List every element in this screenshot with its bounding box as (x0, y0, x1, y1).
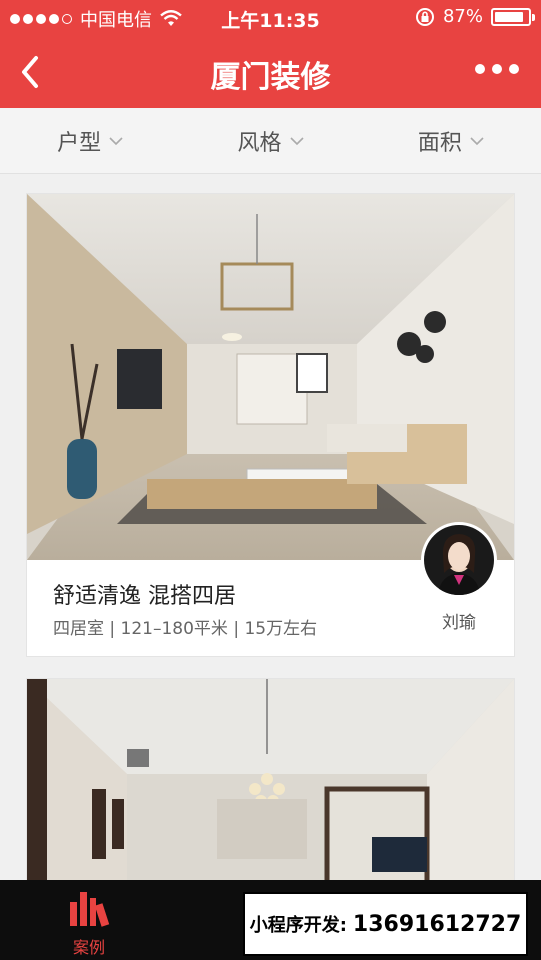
filter-style[interactable]: 风格 (180, 108, 360, 173)
page-title: 厦门装修 (210, 60, 331, 95)
filter-label: 面积 (417, 130, 462, 156)
case-list: 舒适清逸 混搭四居 四居室 | 121–180平米 | 15万左右 刘瑜 (0, 175, 541, 880)
tab-label: 案例 (72, 938, 105, 957)
chevron-down-icon (109, 136, 123, 145)
filter-label: 户型 (57, 130, 102, 156)
case-books-icon (70, 892, 110, 927)
watermark-overlay: 小程序开发: 13691612727 (243, 892, 528, 956)
battery-icon (491, 7, 535, 26)
nav-bar: 厦门装修 (0, 36, 541, 108)
more-dots-icon[interactable] (475, 64, 519, 74)
header: 中国电信 上午11:35 87% 厦门装修 (0, 0, 541, 108)
filter-area[interactable]: 面积 (361, 108, 541, 173)
tab-case[interactable]: 案例 (60, 888, 118, 958)
case-card[interactable] (26, 678, 515, 880)
filter-bar: 户型 风格 面积 (0, 108, 541, 174)
case-photo (27, 679, 514, 880)
orientation-lock-icon (415, 7, 434, 26)
battery-percent: 87% (442, 6, 483, 27)
case-title: 舒适清逸 混搭四居 (53, 584, 236, 609)
designer-name: 刘瑜 (442, 613, 476, 633)
watermark-phone: 13691612727 (352, 911, 522, 937)
filter-label: 风格 (237, 130, 282, 156)
chevron-down-icon (470, 136, 484, 145)
case-photo (27, 194, 514, 560)
filter-layout[interactable]: 户型 (0, 108, 180, 173)
status-bar: 中国电信 上午11:35 87% (0, 0, 541, 36)
case-meta: 四居室 | 121–180平米 | 15万左右 (53, 619, 318, 639)
chevron-down-icon (289, 136, 304, 145)
case-card[interactable]: 舒适清逸 混搭四居 四居室 | 121–180平米 | 15万左右 刘瑜 (26, 193, 515, 657)
watermark-label: 小程序开发: (249, 915, 347, 936)
status-right: 87% (415, 6, 535, 27)
designer-avatar[interactable] (421, 522, 497, 598)
